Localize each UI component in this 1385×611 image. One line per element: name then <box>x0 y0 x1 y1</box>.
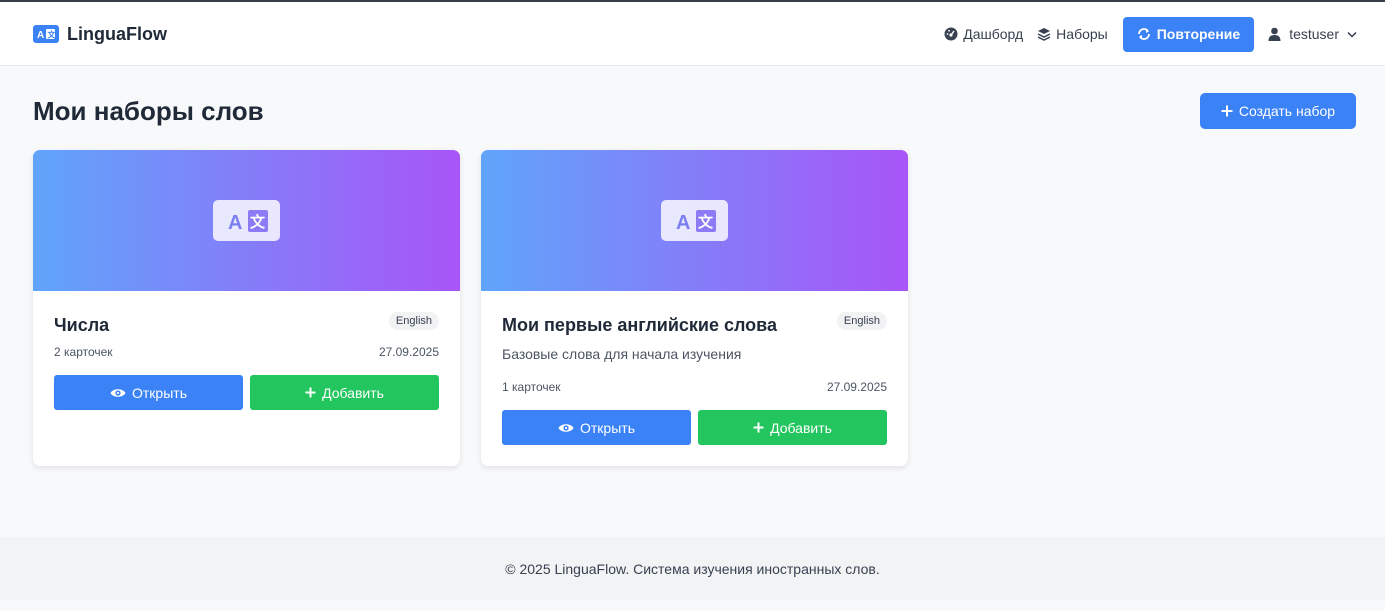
card-actions: Открыть Добавить <box>502 410 887 445</box>
language-icon: A 文 <box>33 25 59 43</box>
user-name: testuser <box>1289 26 1339 42</box>
card-date: 27.09.2025 <box>826 380 887 394</box>
card-cover: A 文 <box>481 150 908 291</box>
svg-text:文: 文 <box>48 30 57 40</box>
language-icon: A 文 <box>661 200 728 241</box>
nav-sets-label: Наборы <box>1056 26 1108 42</box>
svg-text:文: 文 <box>250 213 266 231</box>
plus-icon <box>1221 105 1233 117</box>
card-count: 2 карточек <box>54 345 113 359</box>
page-title: Мои наборы слов <box>33 96 264 126</box>
card-title: Мои первые английские слова <box>502 315 778 335</box>
add-button[interactable]: Добавить <box>698 410 887 445</box>
open-button[interactable]: Открыть <box>54 375 243 410</box>
language-icon: A 文 <box>213 200 280 241</box>
open-button[interactable]: Открыть <box>502 410 691 445</box>
main-nav: Дашборд Наборы Повторение testuser <box>930 2 1357 66</box>
set-card: A 文 Мои первые английские слова English … <box>481 150 908 466</box>
open-label: Открыть <box>580 419 635 436</box>
card-meta: 1 карточек 27.09.2025 <box>502 380 887 394</box>
card-description: Базовые слова для начала изучения <box>502 346 742 362</box>
nav-sets[interactable]: Наборы <box>1037 26 1108 42</box>
plus-icon <box>753 422 764 433</box>
card-actions: Открыть Добавить <box>54 375 439 410</box>
open-label: Открыть <box>132 384 187 401</box>
card-date: 27.09.2025 <box>378 345 439 359</box>
add-label: Добавить <box>322 384 384 401</box>
language-badge: English <box>388 312 439 330</box>
card-title: Числа <box>54 315 110 335</box>
brand-link[interactable]: A 文 LinguaFlow <box>33 2 167 66</box>
svg-text:A: A <box>228 212 242 234</box>
layers-icon <box>1037 28 1051 41</box>
card-count: 1 карточек <box>502 380 561 394</box>
create-set-label: Создать набор <box>1238 103 1336 119</box>
create-set-button[interactable]: Создать набор <box>1200 93 1356 129</box>
card-cover: A 文 <box>33 150 460 291</box>
repeat-icon <box>1137 28 1150 40</box>
svg-text:A: A <box>676 212 690 234</box>
footer: © 2025 LinguaFlow. Система изучения инос… <box>0 537 1385 600</box>
user-icon <box>1268 27 1281 41</box>
add-label: Добавить <box>770 419 832 436</box>
brand-name: LinguaFlow <box>67 23 167 44</box>
nav-dashboard-label: Дашборд <box>963 26 1024 42</box>
plus-icon <box>305 387 316 398</box>
svg-text:文: 文 <box>698 213 714 231</box>
eye-icon <box>558 423 574 432</box>
language-badge: English <box>836 312 887 330</box>
nav-review-label: Повторение <box>1156 26 1241 42</box>
nav-dashboard[interactable]: Дашборд <box>944 26 1023 42</box>
footer-text: © 2025 LinguaFlow. Система изучения инос… <box>505 560 880 577</box>
eye-icon <box>110 388 126 397</box>
set-card: A 文 Числа English 2 карточек 27.09.2025 … <box>33 150 460 466</box>
card-meta: 2 карточек 27.09.2025 <box>54 345 439 359</box>
user-menu[interactable]: testuser <box>1268 26 1357 42</box>
svg-text:A: A <box>37 30 44 41</box>
add-button[interactable]: Добавить <box>250 375 439 410</box>
navbar: A 文 LinguaFlow Дашборд Наборы Повторение… <box>0 2 1385 66</box>
nav-review-button[interactable]: Повторение <box>1122 16 1255 52</box>
chevron-down-icon <box>1347 31 1357 38</box>
dashboard-icon <box>944 27 958 41</box>
